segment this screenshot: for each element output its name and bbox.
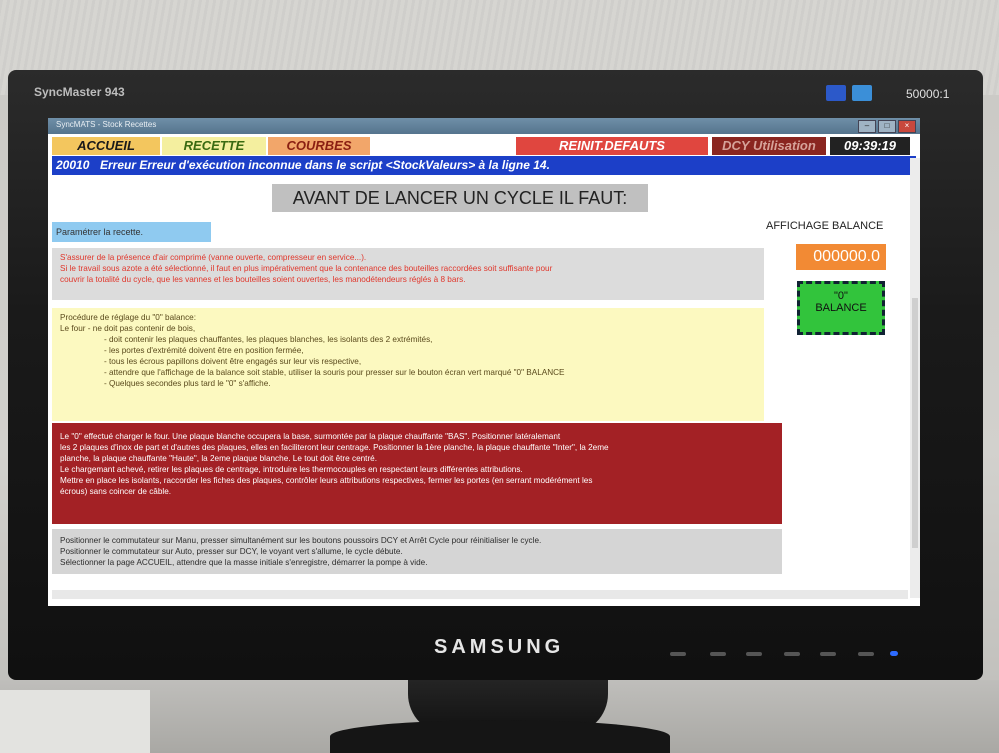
window-titlebar: SyncMATS - Stock Recettes – □ × <box>48 118 920 134</box>
window-title: SyncMATS - Stock Recettes <box>56 120 157 129</box>
maximize-button[interactable]: □ <box>878 120 896 133</box>
menu-accueil[interactable]: ACCUEIL <box>52 137 160 155</box>
zero-balance-label: "0" <box>834 290 848 302</box>
clock: 09:39:19 <box>830 137 910 155</box>
loading-line: Le chargemant achevé, retirer les plaque… <box>60 465 523 474</box>
start-line: Positionner le commutateur sur Manu, pre… <box>60 536 542 545</box>
tare-line: - attendre que l'affichage de la balance… <box>104 368 565 377</box>
horizontal-scrollbar[interactable] <box>52 590 908 599</box>
energy-star-icon <box>826 85 846 101</box>
windows-logo-icon <box>852 85 872 101</box>
monitor-model-label: SyncMaster 943 <box>34 85 125 99</box>
vertical-scrollbar[interactable] <box>910 158 920 598</box>
balance-title: AFFICHAGE BALANCE <box>766 220 884 232</box>
error-bar: 20010 Erreur Erreur d'exécution inconnue… <box>52 156 916 175</box>
monitor-down-button[interactable] <box>710 652 726 656</box>
air-line: S'assurer de la présence d'air comprimé … <box>60 253 367 262</box>
loading-line: Mettre en place les isolants, raccorder … <box>60 476 593 485</box>
monitor-up-button[interactable] <box>746 652 762 656</box>
page-heading: AVANT DE LANCER UN CYCLE IL FAUT: <box>272 184 648 212</box>
air-supply-panel: S'assurer de la présence d'air comprimé … <box>52 248 764 300</box>
loading-line: écrous) sans coincer de câble. <box>60 487 172 496</box>
tare-line: Procédure de réglage du "0" balance: <box>60 313 196 322</box>
loading-line: planche, la plaque chauffante "Haute", l… <box>60 454 378 463</box>
start-line: Sélectionner la page ACCUEIL, attendre q… <box>60 558 428 567</box>
loading-line: les 2 plaques d'inox de part et d'autres… <box>60 443 609 452</box>
monitor-menu-button[interactable] <box>670 652 686 656</box>
error-code: 20010 <box>56 158 90 172</box>
air-line: Si le travail sous azote a été sélection… <box>60 264 553 273</box>
samsung-logo: SAMSUNG <box>434 636 565 658</box>
menu-reinit-defauts[interactable]: REINIT.DEFAUTS <box>516 137 708 155</box>
loading-instructions-panel: Le "0" effectué charger le four. Une pla… <box>52 423 782 524</box>
screen: SyncMATS - Stock Recettes – □ × ACCUEIL … <box>48 118 920 606</box>
start-line: Positionner le commutateur sur Auto, pre… <box>60 547 403 556</box>
menu-courbes[interactable]: COURBES <box>268 137 370 155</box>
error-message: Erreur Erreur d'exécution inconnue dans … <box>100 158 550 172</box>
minimize-button[interactable]: – <box>858 120 876 133</box>
step-recipe-box: Paramétrer la recette. <box>52 222 211 242</box>
tare-line: - doit contenir les plaques chauffantes,… <box>104 335 433 344</box>
zero-balance-button[interactable]: "0" BALANCE <box>797 281 885 335</box>
loading-line: Le "0" effectué charger le four. Une pla… <box>60 432 561 441</box>
monitor-power-button[interactable] <box>858 652 874 656</box>
menu-recette[interactable]: RECETTE <box>162 137 266 155</box>
zero-balance-label: BALANCE <box>815 302 867 314</box>
monitor-stand-base <box>330 720 670 753</box>
tare-procedure-panel: Procédure de réglage du "0" balance: Le … <box>52 308 764 421</box>
tare-line: - Quelques secondes plus tard le "0" s'a… <box>104 379 271 388</box>
balance-display: 000000.0 <box>796 244 886 270</box>
start-cycle-panel: Positionner le commutateur sur Manu, pre… <box>52 529 782 574</box>
menu-bar: ACCUEIL RECETTE COURBES REINIT.DEFAUTS D… <box>48 135 920 157</box>
monitor-enter-button[interactable] <box>784 652 800 656</box>
window-controls: – □ × <box>858 120 916 133</box>
close-button[interactable]: × <box>898 120 916 133</box>
tare-line: - les portes d'extrémité doivent être en… <box>104 346 304 355</box>
tare-line: Le four - ne doit pas contenir de bois, <box>60 324 196 333</box>
desk-paper <box>0 690 150 753</box>
contrast-label: 50000:1 <box>906 87 950 101</box>
menu-dcy-utilisation[interactable]: DCY Utilisation <box>712 137 826 155</box>
monitor-auto-button[interactable] <box>820 652 836 656</box>
tare-line: - tous les écrous papillons doivent être… <box>104 357 362 366</box>
power-led <box>890 651 898 656</box>
air-line: couvrir la totalité du cycle, que les va… <box>60 275 466 284</box>
vertical-scroll-thumb[interactable] <box>912 298 918 548</box>
